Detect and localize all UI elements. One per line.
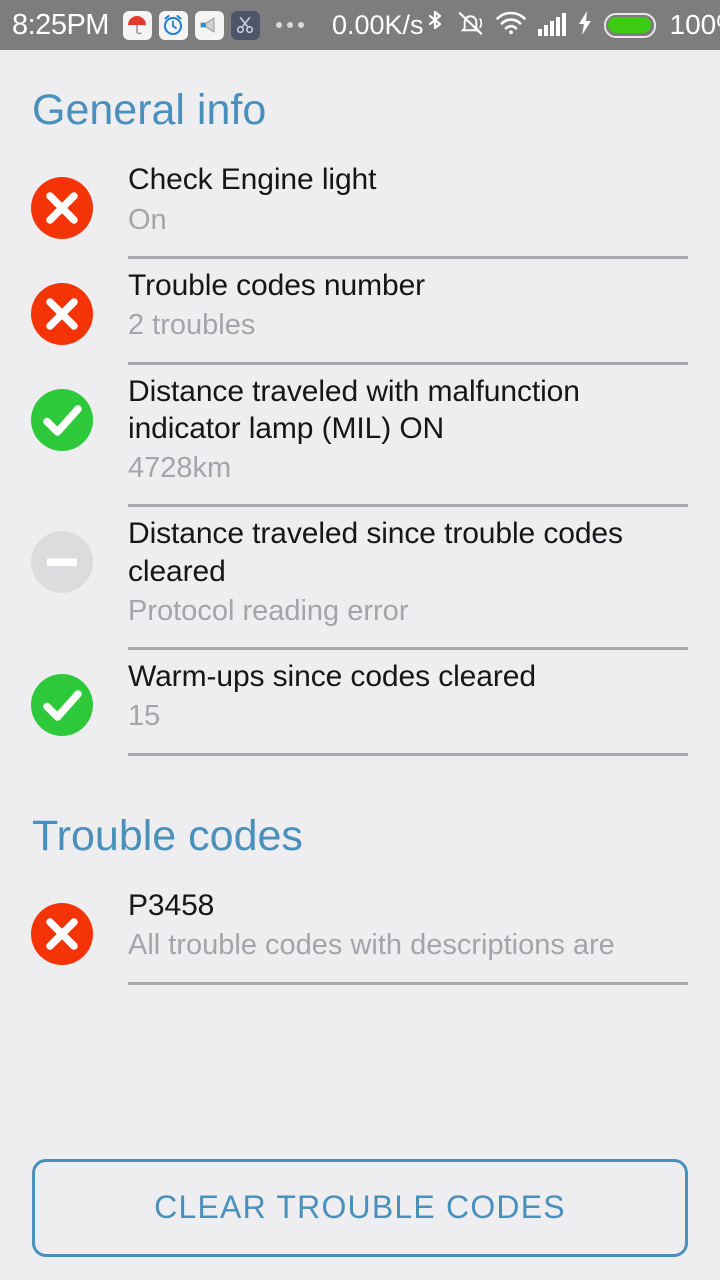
wifi-icon (495, 10, 527, 41)
section-header-trouble-codes: Trouble codes (32, 811, 303, 860)
status-bar-notification-icons (122, 10, 304, 40)
status-bar-system-icons: 100% (424, 8, 720, 43)
row-title: Trouble codes number (128, 269, 426, 302)
status-bar-overflow-dots (275, 22, 304, 28)
check-mark-icon (31, 388, 93, 451)
row-body: Distance traveled since trouble codes cl… (96, 507, 688, 651)
weather-umbrella-icon (122, 10, 152, 40)
row-body: Distance traveled with malfunction indic… (96, 365, 688, 508)
row-value: 15 (128, 700, 161, 733)
list-item[interactable]: Distance traveled since trouble codes cl… (0, 507, 720, 651)
section-header-general-info: General info (32, 86, 267, 134)
scroll-content[interactable]: General info Check Engine light On Troub… (0, 50, 720, 1280)
row-title: Warm-ups since codes cleared (128, 660, 536, 694)
row-value: 4728km (128, 451, 232, 484)
bottom-action-bar: CLEAR TROUBLE CODES (0, 1135, 720, 1280)
megaphone-icon (194, 10, 224, 40)
list-item[interactable]: Check Engine light On (0, 153, 720, 259)
list-item[interactable]: Warm-ups since codes cleared 15 (0, 650, 720, 756)
row-status-icon-wrapper (28, 879, 96, 966)
row-body: P3458 All trouble codes with description… (96, 879, 688, 985)
row-value: All trouble codes with descriptions are (128, 929, 615, 962)
row-value: 2 troubles (128, 309, 256, 342)
list-item[interactable]: Trouble codes number 2 troubles (0, 259, 720, 365)
obd-diagnostics-screen: 8:25PM 0.00K/s 100 General info Check En… (0, 0, 720, 1280)
row-status-icon-wrapper (28, 507, 96, 594)
scissors-icon (230, 10, 260, 40)
network-speed-indicator: 0.00K/s (331, 9, 424, 40)
dash-icon (31, 531, 93, 594)
bluetooth-icon (424, 8, 446, 43)
list-item[interactable]: P3458 All trouble codes with description… (0, 879, 720, 985)
row-status-icon-wrapper (28, 650, 96, 737)
charging-bolt-icon (577, 10, 593, 41)
cellular-signal-icon (537, 13, 566, 36)
row-divider (128, 981, 688, 985)
status-bar: 8:25PM 0.00K/s 100 (0, 0, 720, 50)
row-divider (128, 752, 688, 756)
row-title: Distance traveled with malfunction indic… (128, 374, 580, 445)
row-status-icon-wrapper (28, 153, 96, 240)
row-title: Check Engine light (128, 163, 377, 197)
row-body: Check Engine light On (96, 153, 688, 259)
alarm-clock-icon (158, 10, 188, 40)
error-x-icon (31, 903, 93, 966)
trouble-codes-row-list: P3458 All trouble codes with description… (0, 861, 720, 985)
list-item[interactable]: Distance traveled with malfunction indic… (0, 365, 720, 508)
row-status-icon-wrapper (28, 365, 96, 451)
row-body: Warm-ups since codes cleared 15 (96, 650, 688, 756)
error-x-icon (31, 283, 93, 345)
row-value: On (128, 203, 167, 236)
row-body: Trouble codes number 2 troubles (96, 259, 688, 365)
status-bar-clock: 8:25PM (12, 8, 109, 41)
battery-percent-label: 100% (669, 9, 720, 40)
row-status-icon-wrapper (28, 259, 96, 345)
general-info-row-list: Check Engine light On Trouble codes numb… (0, 135, 720, 756)
row-title: Distance traveled since trouble codes cl… (128, 517, 623, 588)
row-title: P3458 (128, 889, 215, 923)
vibrate-mute-icon (457, 9, 484, 42)
error-x-icon (31, 177, 93, 240)
clear-trouble-codes-button[interactable]: CLEAR TROUBLE CODES (32, 1158, 688, 1257)
row-value: Protocol reading error (128, 594, 409, 627)
battery-icon (603, 12, 656, 38)
check-mark-icon (31, 674, 93, 737)
